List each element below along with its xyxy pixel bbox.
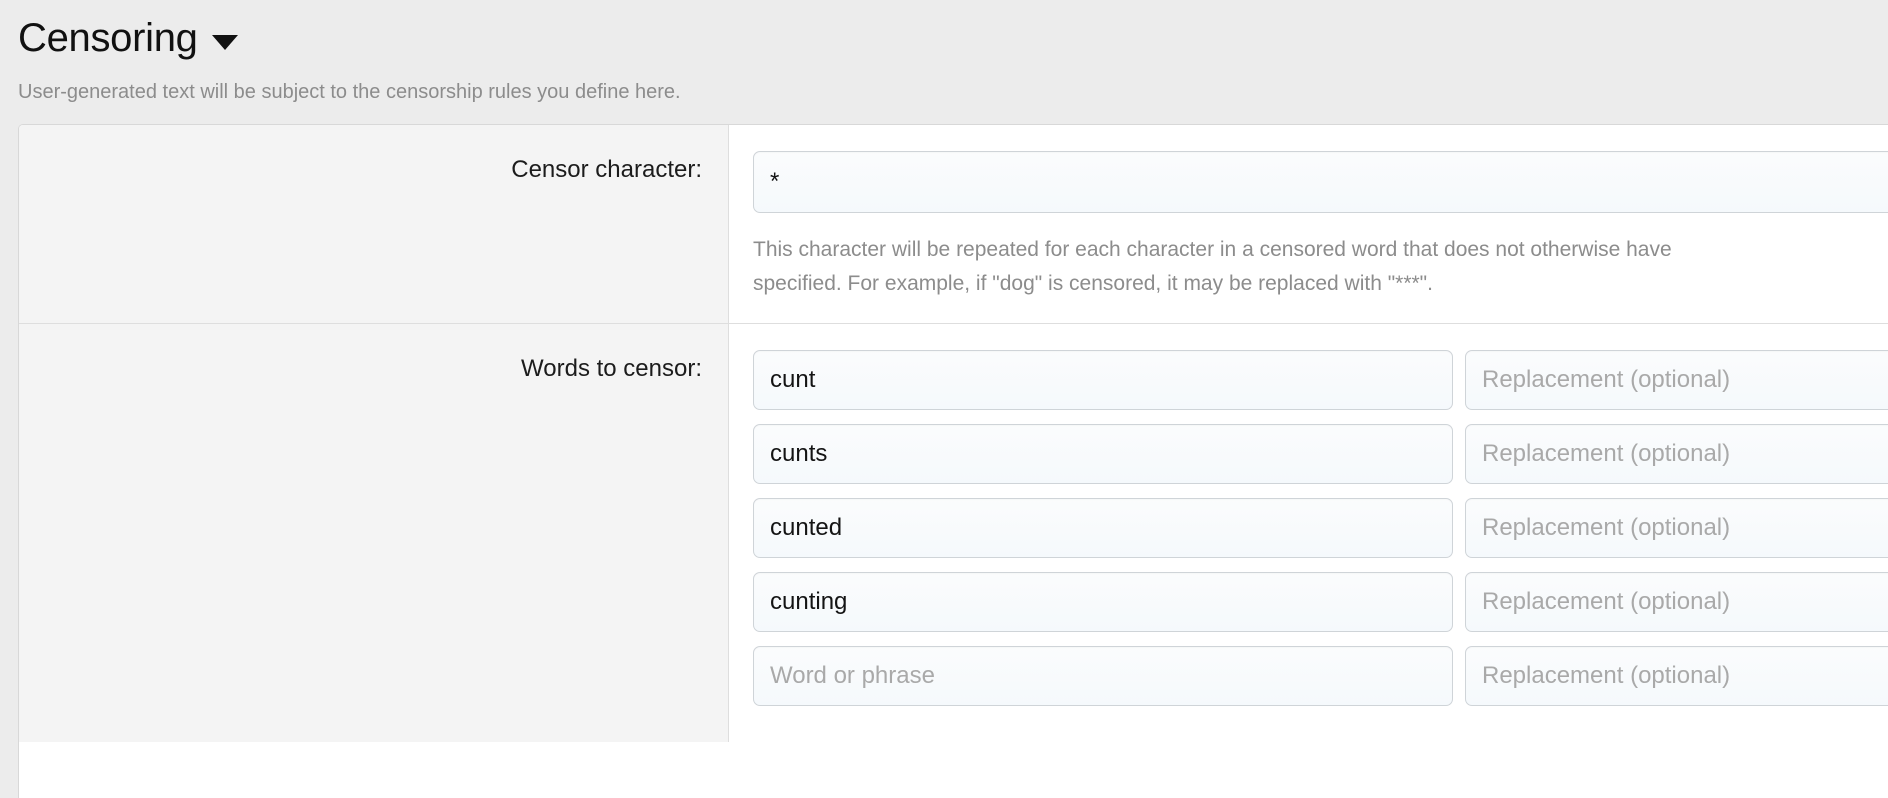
censor-replacement-input[interactable] (1465, 350, 1888, 410)
page-title-row: Censoring (18, 14, 1888, 62)
form-row-censor-character: Censor character: This character will be… (19, 125, 1888, 323)
censor-word-row (753, 572, 1888, 632)
censor-replacement-input[interactable] (1465, 646, 1888, 706)
censor-replacement-input[interactable] (1465, 424, 1888, 484)
censor-character-fields: This character will be repeated for each… (729, 125, 1888, 323)
page-header: Censoring User-generated text will be su… (0, 0, 1888, 124)
words-to-censor-fields (729, 323, 1888, 742)
censor-word-input[interactable] (753, 572, 1453, 632)
censor-word-row (753, 646, 1888, 706)
censor-replacement-input[interactable] (1465, 498, 1888, 558)
censor-word-row (753, 498, 1888, 558)
form-row-words-to-censor: Words to censor: (19, 323, 1888, 742)
words-to-censor-label: Words to censor: (19, 323, 729, 742)
settings-panel: Censor character: This character will be… (18, 124, 1888, 798)
page-title: Censoring (18, 16, 198, 60)
censor-word-input[interactable] (753, 498, 1453, 558)
censor-character-input[interactable] (753, 151, 1888, 213)
page-subtitle: User-generated text will be subject to t… (18, 81, 681, 103)
censor-character-label: Censor character: (19, 125, 729, 323)
censor-replacement-input[interactable] (1465, 572, 1888, 632)
settings-form: Censor character: This character will be… (19, 125, 1888, 798)
censor-word-input[interactable] (753, 646, 1453, 706)
chevron-down-icon[interactable] (211, 34, 238, 50)
censor-word-input[interactable] (753, 424, 1453, 484)
censor-character-help: This character will be repeated for each… (753, 233, 1888, 301)
censor-character-help-line-2: specified. For example, if "dog" is cens… (753, 272, 1433, 295)
censor-word-row (753, 350, 1888, 410)
censor-word-row (753, 424, 1888, 484)
censor-word-input[interactable] (753, 350, 1453, 410)
censor-character-help-line-1: This character will be repeated for each… (753, 238, 1672, 261)
